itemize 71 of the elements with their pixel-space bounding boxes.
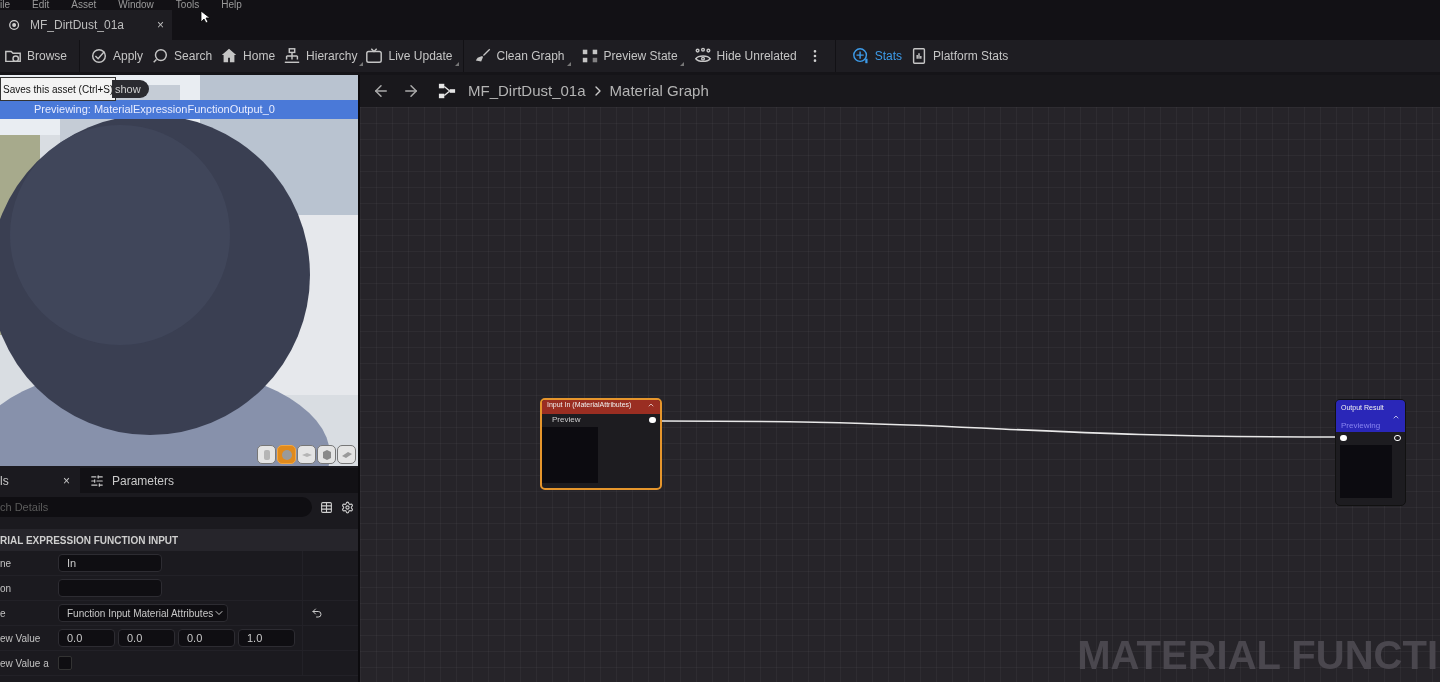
home-icon — [220, 47, 239, 65]
preview-shape-button[interactable] — [337, 445, 356, 464]
document-tab-title: MF_DirtDust_01a — [30, 17, 126, 34]
dropdown[interactable]: Function Input Material Attributes — [58, 604, 228, 622]
search-icon — [151, 47, 170, 65]
toolbar-button[interactable]: Browse — [0, 43, 73, 69]
number-field[interactable]: 0.0 — [58, 629, 115, 647]
menu-item[interactable]: Edit — [32, 0, 50, 10]
toolbar-button[interactable]: Platform Stats — [906, 43, 1013, 69]
menu-item[interactable]: ile — [0, 0, 10, 10]
preview-shape-button[interactable] — [257, 445, 276, 464]
toolbar-button[interactable]: Apply — [86, 43, 148, 69]
menu-item[interactable]: Tools — [175, 0, 200, 10]
nodes-icon — [580, 47, 599, 65]
settings-icon[interactable] — [341, 500, 354, 514]
close-icon[interactable]: × — [157, 16, 164, 34]
node-preview — [542, 427, 598, 483]
toolbar-button[interactable]: Live Update — [361, 43, 457, 69]
menu-item[interactable]: Help — [221, 0, 242, 10]
toolbar-button[interactable]: Preview State — [576, 43, 682, 69]
toolbar-button[interactable]: Search — [147, 43, 217, 69]
checkbox[interactable] — [58, 656, 72, 670]
text-field[interactable]: In — [58, 554, 162, 572]
input-pin-icon[interactable] — [1340, 435, 1347, 441]
toolbar-button[interactable]: Stats — [847, 43, 906, 69]
property-label: ne — [0, 556, 13, 571]
output-pin-icon[interactable] — [649, 417, 656, 423]
hierarchy-icon — [283, 47, 302, 65]
section-header[interactable]: RIAL EXPRESSION FUNCTION INPUT — [0, 529, 358, 551]
number-field[interactable]: 0.0 — [178, 629, 235, 647]
pin-label: Preview — [551, 414, 581, 426]
breadcrumb-item[interactable]: MF_DirtDust_01a — [468, 79, 586, 103]
sphere-icon — [280, 448, 293, 461]
output-pin-icon[interactable] — [1394, 435, 1401, 441]
stats-icon — [851, 47, 870, 65]
preview-shape-button[interactable] — [317, 445, 336, 464]
eye-icon — [693, 47, 712, 65]
tablet-icon — [910, 47, 928, 65]
number-field[interactable]: 1.0 — [238, 629, 295, 647]
table-view-icon[interactable] — [320, 500, 333, 514]
number-field[interactable]: 0.0 — [118, 629, 175, 647]
search-field[interactable]: ch Details — [0, 497, 312, 517]
cube-icon — [320, 448, 333, 461]
property-label: on — [0, 581, 13, 596]
property-label: e — [0, 606, 7, 621]
toolbar-button[interactable]: Hierarchy — [279, 43, 362, 69]
toolbar-button[interactable]: Hide Unrelated — [689, 43, 801, 69]
back-icon[interactable] — [372, 82, 390, 100]
graph-icon — [438, 82, 456, 100]
toolbar-button[interactable]: Home — [216, 43, 280, 69]
mouse-cursor-icon — [200, 10, 210, 24]
reset-icon[interactable] — [311, 607, 323, 619]
monitor-icon — [365, 47, 384, 65]
close-icon[interactable]: × — [63, 471, 70, 490]
property-label: ew Value — [0, 631, 42, 646]
menu-item[interactable]: Window — [118, 0, 154, 10]
forward-icon[interactable] — [402, 82, 420, 100]
preview-shape-button[interactable] — [297, 445, 316, 464]
panel-tab[interactable]: ls × — [0, 468, 80, 493]
text-field[interactable] — [58, 579, 162, 597]
document-tab[interactable]: MF_DirtDust_01a × — [0, 10, 172, 40]
material-function-icon — [8, 18, 22, 32]
show-button[interactable]: show — [112, 80, 149, 98]
property-label: ew Value a — [0, 656, 50, 671]
breadcrumb-item[interactable]: Material Graph — [609, 79, 709, 103]
toolbar-button[interactable]: Clean Graph — [469, 43, 569, 69]
node-subtitle: Previewing — [1341, 420, 1381, 432]
menu-item[interactable]: Asset — [71, 0, 97, 10]
checkmark-icon — [90, 47, 108, 65]
previewing-banner: Previewing: MaterialExpressionFunctionOutput_0 — [0, 100, 358, 119]
parameters-icon — [90, 473, 104, 488]
